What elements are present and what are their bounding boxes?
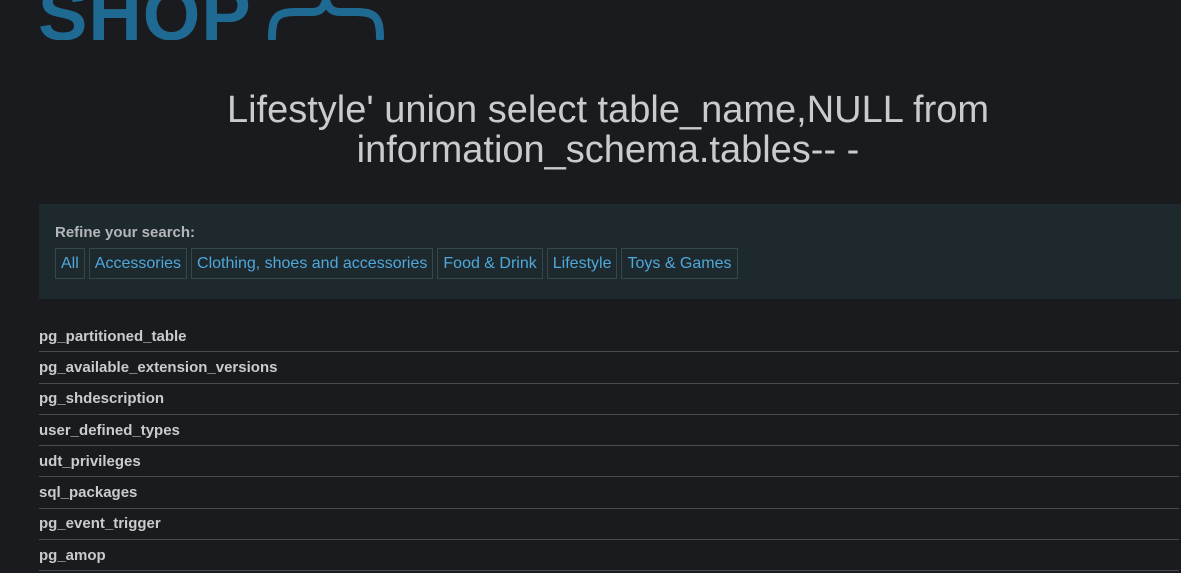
filter-food-drink[interactable]: Food & Drink (437, 248, 543, 279)
result-row: user_defined_types (39, 415, 1179, 447)
filter-panel: Refine your search: All Accessories Clot… (39, 204, 1181, 299)
result-row: pg_available_extension_versions (39, 352, 1179, 384)
result-row: pg_partitioned_table (39, 321, 1179, 353)
result-row: pg_shdescription (39, 384, 1179, 415)
shop-logo[interactable]: SHOP (38, 0, 386, 40)
filter-label: Refine your search: (55, 224, 196, 241)
results-list: pg_partitioned_table pg_available_extens… (39, 321, 1179, 572)
category-filter-list: All Accessories Clothing, shoes and acce… (55, 248, 1165, 279)
result-row: udt_privileges (39, 446, 1179, 478)
result-row: sql_packages (39, 477, 1179, 509)
result-row: pg_event_trigger (39, 509, 1179, 541)
filter-lifestyle[interactable]: Lifestyle (546, 248, 618, 279)
filter-accessories[interactable]: Accessories (88, 248, 188, 279)
filter-all[interactable]: All (55, 248, 85, 279)
logo-brace-icon (267, 0, 384, 40)
result-row: pg_amop (39, 540, 1179, 572)
page-title: Lifestyle' union select table_name,NULL … (226, 89, 990, 171)
filter-toys-games[interactable]: Toys & Games (621, 248, 738, 279)
logo-text: SHOP (38, 0, 252, 40)
filter-clothing-shoes-accessories[interactable]: Clothing, shoes and accessories (191, 248, 434, 279)
